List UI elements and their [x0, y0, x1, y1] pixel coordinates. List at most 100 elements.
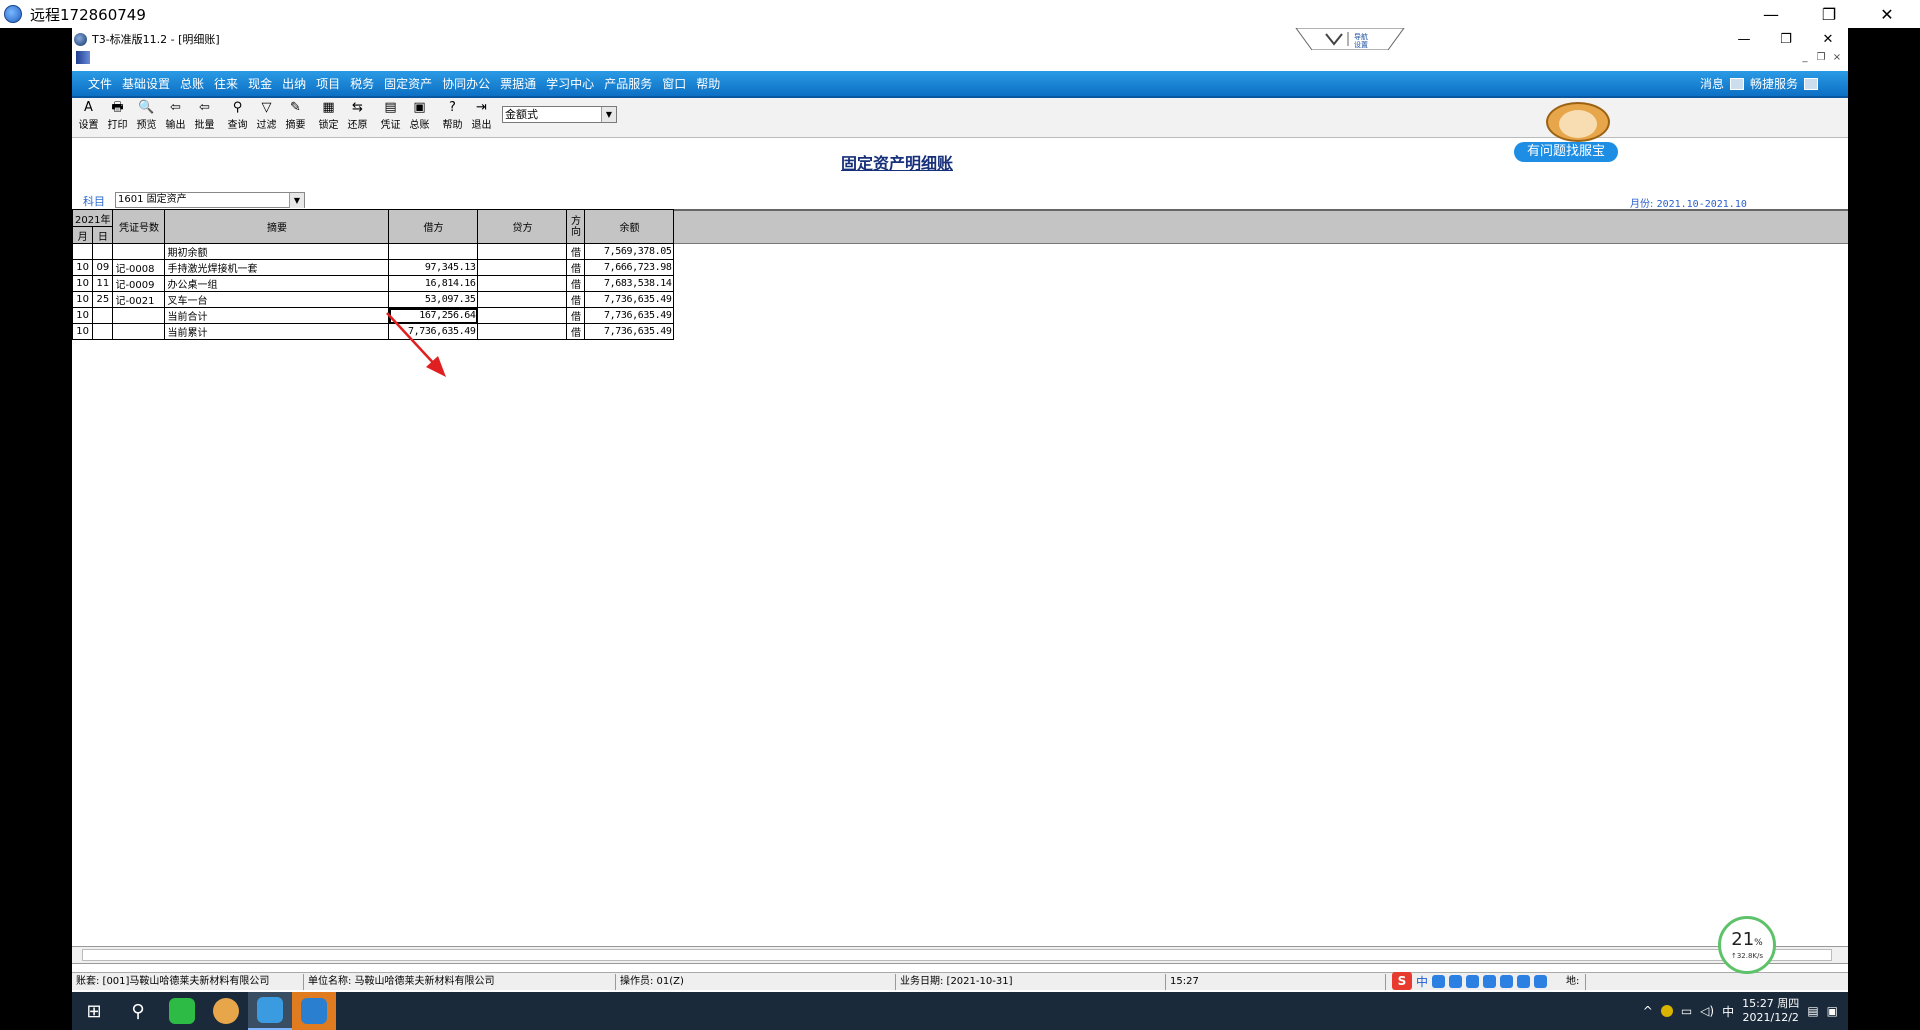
voucher-button[interactable]: ▤ 凭证 [376, 98, 405, 136]
debit-header: 借方 [388, 209, 479, 244]
user-icon[interactable] [1500, 974, 1514, 988]
system-tray: ^ ▭ ◁) 中 15:27 周四 2021/12/2 ▤ ▣ [1643, 992, 1848, 1030]
format-select[interactable]: 金额式 ▼ [502, 106, 617, 123]
settings-button[interactable]: A 设置 [74, 98, 103, 136]
chevron-down-icon: ▼ [601, 107, 616, 122]
horizontal-scrollbar[interactable] [72, 946, 1848, 964]
svg-text:设置: 设置 [1354, 40, 1368, 49]
menu-tax[interactable]: 税务 [348, 75, 376, 92]
print-button[interactable]: 🖶 打印 [103, 98, 132, 136]
start-button[interactable]: ⊞ [72, 992, 116, 1030]
ime-language[interactable]: 中 [1416, 973, 1428, 990]
app-close-button[interactable]: ✕ [1808, 28, 1848, 50]
wechat-taskbar-button[interactable] [160, 992, 204, 1030]
remote-window-titlebar: 远程172860749 — ❐ ✕ [0, 0, 1920, 28]
menu-file[interactable]: 文件 [86, 75, 114, 92]
messages-link[interactable]: 消息 [1700, 75, 1724, 92]
clock[interactable]: 15:27 周四 2021/12/2 [1742, 997, 1799, 1025]
subject-label: 科目 [83, 195, 105, 208]
summary-icon: ✎ [290, 100, 301, 115]
tray-app-icon[interactable] [1660, 1005, 1673, 1017]
network-icon[interactable]: ▭ [1681, 1004, 1692, 1018]
wechat-icon [169, 998, 195, 1024]
app-minimize-button[interactable]: — [1724, 28, 1764, 50]
menu-fixed-assets[interactable]: 固定资产 [382, 75, 434, 92]
close-button[interactable]: ✕ [1864, 0, 1910, 28]
status-unit-name: 单位名称: 马鞍山哈德莱夫新材料有限公司 [304, 973, 616, 990]
emoji-icon[interactable] [1449, 974, 1463, 988]
input-language[interactable]: 中 [1722, 1003, 1734, 1020]
online-service-link[interactable]: 畅捷服务 [1750, 75, 1798, 92]
status-operator: 操作员: 01(Z) [616, 973, 896, 990]
batch-button[interactable]: ⇦ 批量 [190, 98, 219, 136]
chevron-down-icon: ▼ [289, 193, 304, 208]
query-button[interactable]: ⚲ 查询 [223, 98, 252, 136]
remote-window-title: 远程172860749 [30, 5, 146, 24]
subject-select[interactable]: 1601 固定资产 ▼ [115, 192, 305, 208]
table-row[interactable]: 10 09 记-0008 手持激光焊接机一套 97,345.13 借 7,666,723.9… [72, 259, 675, 276]
table-row[interactable]: 期初余额借 7,569,378.05 [72, 243, 675, 260]
app-restore-button[interactable]: ❐ [1766, 28, 1806, 50]
chevron-up-icon[interactable]: ^ [1643, 1004, 1653, 1018]
mdi-minimize-button[interactable]: _ [1798, 52, 1812, 64]
menu-help[interactable]: 帮助 [694, 75, 722, 92]
page-title: 固定资产明细账 [840, 154, 953, 173]
preview-button[interactable]: 🔍 预览 [132, 98, 161, 136]
table-row[interactable]: 10 11 记-0009 办公桌一组 16,814.16 借 7,683,538.14 [72, 275, 675, 292]
menu-learning-center[interactable]: 学习中心 [544, 75, 596, 92]
keyboard-icon[interactable] [1483, 974, 1497, 988]
t3-taskbar-button[interactable] [248, 992, 292, 1030]
year-header: 2021年 [72, 209, 114, 227]
help-button[interactable]: ? 帮助 [438, 98, 467, 136]
preview-icon: 🔍 [138, 100, 155, 115]
taskbar: ⊞ ⚲ ^ ▭ ◁) 中 15:27 周四 2021/12/2 ▤ ▣ [72, 992, 1848, 1030]
menu-project[interactable]: 项目 [314, 75, 342, 92]
filter-button[interactable]: ▽ 过滤 [252, 98, 281, 136]
microphone-icon[interactable] [1466, 974, 1480, 988]
notes-icon[interactable]: ▤ [1807, 1004, 1818, 1018]
menu-product-service[interactable]: 产品服务 [602, 75, 654, 92]
voucher-header: 凭证号数 [112, 209, 166, 244]
menu-window[interactable]: 窗口 [660, 75, 688, 92]
minimize-button[interactable]: — [1748, 0, 1794, 28]
mascot-taskbar-button[interactable] [204, 992, 248, 1030]
volume-icon[interactable]: ◁) [1700, 1004, 1714, 1018]
menu-collaboration[interactable]: 协同办公 [440, 75, 492, 92]
notification-icon[interactable]: ▣ [1827, 1004, 1838, 1018]
export-icon: ⇦ [170, 100, 181, 115]
printer-icon: 🖶 [111, 100, 124, 115]
punctuation-icon[interactable] [1432, 974, 1446, 988]
t3-app-icon [257, 997, 283, 1023]
toolbox-icon[interactable] [1534, 974, 1548, 988]
menu-basic-settings[interactable]: 基础设置 [120, 75, 172, 92]
menu-invoice[interactable]: 票据通 [498, 75, 538, 92]
summary-header: 摘要 [164, 209, 390, 244]
general-ledger-button[interactable]: ▣ 总账 [405, 98, 434, 136]
menu-cashier[interactable]: 出纳 [280, 75, 308, 92]
mdi-close-button[interactable]: × [1830, 52, 1844, 64]
sogou-logo-icon[interactable]: S [1392, 972, 1412, 990]
menu-cash[interactable]: 现金 [246, 75, 274, 92]
mdi-restore-button[interactable]: ❐ [1814, 52, 1828, 64]
lock-button[interactable]: ▦ 锁定 [314, 98, 343, 136]
skin-icon[interactable] [1517, 974, 1531, 988]
lock-icon: ▦ [322, 100, 335, 115]
menu-receivables[interactable]: 往来 [212, 75, 240, 92]
export-button[interactable]: ⇦ 输出 [161, 98, 190, 136]
network-speed-widget[interactable]: 21% ↑32.8K/s [1718, 916, 1776, 974]
restore-view-button[interactable]: ⇆ 还原 [343, 98, 372, 136]
search-icon[interactable]: ⚲ [116, 992, 160, 1030]
screen-icon[interactable] [1804, 77, 1818, 90]
summary-button[interactable]: ✎ 摘要 [281, 98, 310, 136]
menu-general-ledger[interactable]: 总账 [178, 75, 206, 92]
chat-icon [1729, 77, 1744, 90]
assistant-widget[interactable]: 有问题找服宝 [1514, 102, 1624, 162]
filter-icon: ▽ [261, 100, 272, 115]
ledger-icon: ▣ [413, 100, 426, 115]
assistant-button[interactable]: 有问题找服宝 [1514, 142, 1618, 162]
remote-app-icon [4, 5, 22, 23]
restore-button[interactable]: ❐ [1806, 0, 1852, 28]
exit-button[interactable]: ⇥ 退出 [467, 98, 496, 136]
browser-taskbar-button[interactable] [292, 992, 336, 1030]
direction-header: 方向 [566, 209, 586, 244]
